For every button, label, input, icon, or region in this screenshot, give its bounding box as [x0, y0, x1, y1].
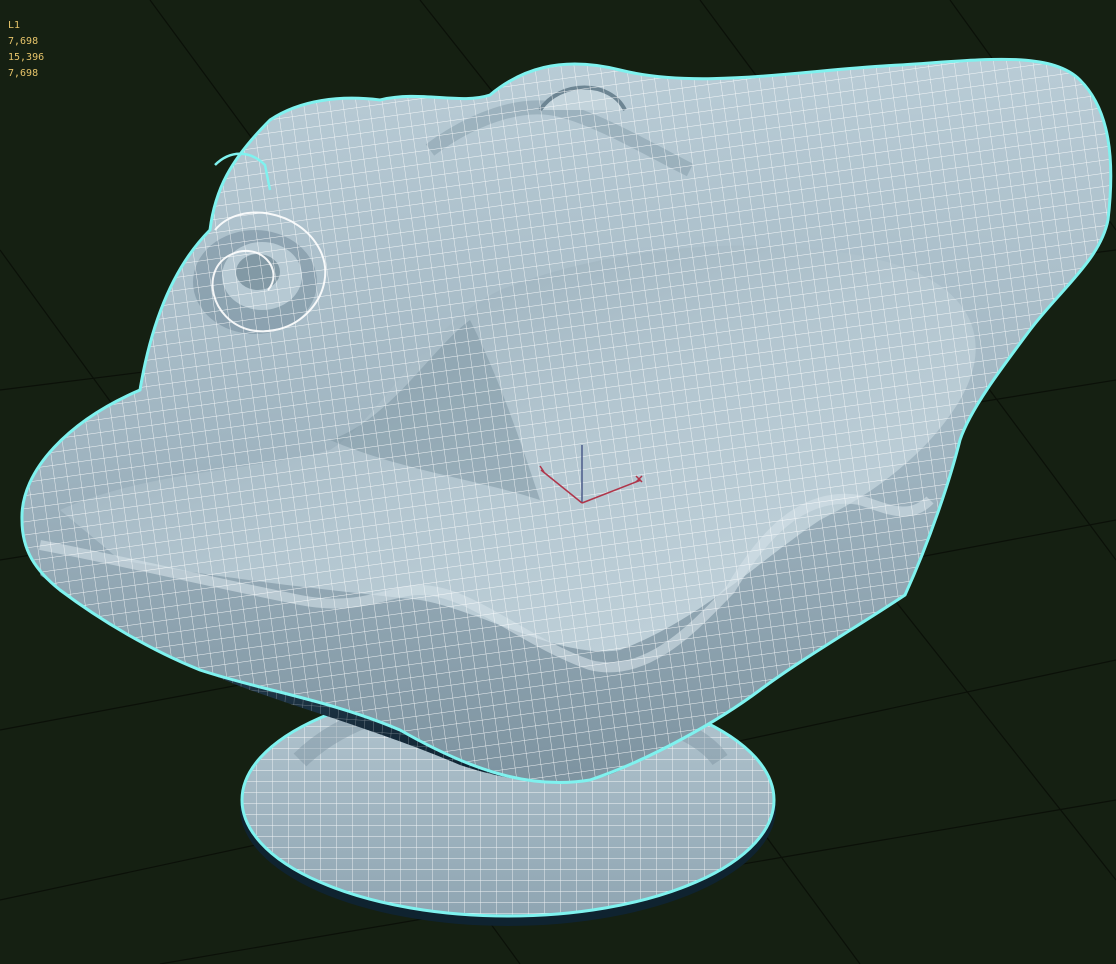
viewport-scene[interactable]: [0, 0, 1116, 964]
3d-viewport[interactable]: L1 7,698 15,396 7,698: [0, 0, 1116, 964]
